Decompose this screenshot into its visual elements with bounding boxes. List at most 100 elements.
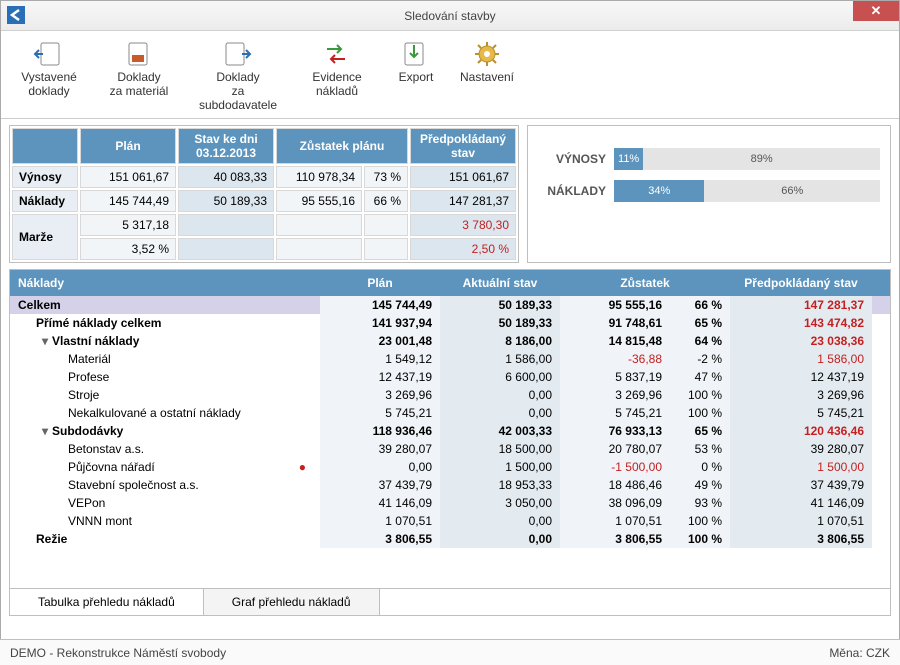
tab-table[interactable]: Tabulka přehledu nákladů	[10, 589, 204, 615]
cell-pct: 65 %	[670, 314, 730, 332]
cell-name: Nekalkulované a ostatní náklady	[10, 404, 320, 422]
cell-plan: 0,00	[320, 458, 440, 476]
cell-plan: 39 280,07	[320, 440, 440, 458]
status-currency: Měna: CZK	[829, 646, 890, 660]
total-expected: 147 281,37	[730, 296, 872, 314]
cell-balance: -1 500,00	[560, 458, 670, 476]
cell-balance: 18 486,46	[560, 476, 670, 494]
cell-pct: 100 %	[670, 386, 730, 404]
document-arrow-right-icon	[221, 37, 255, 71]
cell-plan: 5 745,21	[320, 404, 440, 422]
cell-balance: -36,88	[560, 350, 670, 368]
exchange-icon	[320, 37, 354, 71]
col-plan: Plán	[80, 128, 176, 164]
table-row[interactable]: Materiál 1 549,12 1 586,00 -36,88 -2 % 1…	[10, 350, 890, 368]
summary-row: Výnosy 151 061,67 40 083,33 110 978,34 7…	[12, 166, 516, 188]
cell-actual: 0,00	[440, 404, 560, 422]
cell-name: Stavební společnost a.s.	[10, 476, 320, 494]
cell-pct: 47 %	[670, 368, 730, 386]
issued-docs-button[interactable]: Vystavenédoklady	[13, 37, 85, 112]
cell-stav: 50 189,33	[178, 190, 274, 212]
cell-plan: 37 439,79	[320, 476, 440, 494]
cost-records-button[interactable]: Evidencenákladů	[301, 37, 373, 112]
cell-expected: 23 038,36	[730, 332, 872, 350]
cell-name: Půjčovna nářadí●	[10, 458, 320, 476]
table-row[interactable]: Půjčovna nářadí● 0,00 1 500,00 -1 500,00…	[10, 458, 890, 476]
cell-balance: 5 745,21	[560, 404, 670, 422]
label: Dokladyza materiál	[110, 71, 169, 99]
document-brick-icon	[122, 37, 156, 71]
table-row[interactable]: ▾Subdodávky 118 936,46 42 003,33 76 933,…	[10, 422, 890, 440]
col-predp: Předpokládaný stav	[410, 128, 516, 164]
cell-plan: 1 549,12	[320, 350, 440, 368]
table-row[interactable]: Profese 12 437,19 6 600,00 5 837,19 47 %…	[10, 368, 890, 386]
cell-actual: 3 050,00	[440, 494, 560, 512]
col-stav: Stav ke dni 03.12.2013	[178, 128, 274, 164]
table-row[interactable]: Stavební společnost a.s. 37 439,79 18 95…	[10, 476, 890, 494]
cell-name: Materiál	[10, 350, 320, 368]
cell-actual: 18 500,00	[440, 440, 560, 458]
table-row[interactable]: Přímé náklady celkem 141 937,94 50 189,3…	[10, 314, 890, 332]
export-button[interactable]: Export	[391, 37, 441, 112]
status-bar: DEMO - Rekonstrukce Náměstí svobody Měna…	[0, 639, 900, 665]
cell-plan: 23 001,48	[320, 332, 440, 350]
cell-actual: 42 003,33	[440, 422, 560, 440]
total-pct: 66 %	[670, 296, 730, 314]
subcontractor-docs-button[interactable]: Dokladyza subdodavatele	[193, 37, 283, 112]
expand-caret-icon[interactable]: ▾	[42, 424, 52, 438]
cell-actual: 50 189,33	[440, 314, 560, 332]
progress-bars-panel: VÝNOSY 11% 89% NÁKLADY 34% 66%	[527, 125, 891, 263]
label: Dokladyza subdodavatele	[193, 71, 283, 112]
cell-predp: 147 281,37	[410, 190, 516, 212]
label: Evidencenákladů	[312, 71, 361, 99]
total-label: Celkem	[10, 296, 320, 314]
table-row[interactable]: VEPon 41 146,09 3 050,00 38 096,09 93 % …	[10, 494, 890, 512]
status-project: DEMO - Rekonstrukce Náměstí svobody	[10, 646, 226, 660]
cell-pct: 100 %	[670, 512, 730, 530]
cell-actual: 0,00	[440, 512, 560, 530]
expand-caret-icon[interactable]: ▾	[42, 334, 52, 348]
margin-abs: 5 317,18	[80, 214, 176, 236]
table-row[interactable]: ▾Vlastní náklady 23 001,48 8 186,00 14 8…	[10, 332, 890, 350]
cell-expected: 5 745,21	[730, 404, 872, 422]
document-arrow-left-icon	[32, 37, 66, 71]
total-plan: 145 744,49	[320, 296, 440, 314]
material-docs-button[interactable]: Dokladyza materiál	[103, 37, 175, 112]
cell-pct: 65 %	[670, 422, 730, 440]
cell-actual: 0,00	[440, 386, 560, 404]
view-tabs: Tabulka přehledu nákladů Graf přehledu n…	[9, 589, 891, 616]
cell-plan: 118 936,46	[320, 422, 440, 440]
bar-label: NÁKLADY	[538, 184, 614, 198]
col-balance: Zůstatek	[560, 270, 730, 296]
cell-actual: 18 953,33	[440, 476, 560, 494]
cell-expected: 1 500,00	[730, 458, 872, 476]
cell-balance: 3 269,96	[560, 386, 670, 404]
cell-actual: 1 500,00	[440, 458, 560, 476]
label: Export	[399, 71, 434, 85]
cell-pct: 73 %	[364, 166, 408, 188]
table-row[interactable]: Stroje 3 269,96 0,00 3 269,96 100 % 3 26…	[10, 386, 890, 404]
cell-name: VNNN mont	[10, 512, 320, 530]
cell-balance: 91 748,61	[560, 314, 670, 332]
cell-name: Betonstav a.s.	[10, 440, 320, 458]
toolbar: Vystavenédoklady Dokladyza materiál Dokl…	[1, 31, 899, 119]
cell-plan: 3 269,96	[320, 386, 440, 404]
cell-expected: 120 436,46	[730, 422, 872, 440]
tab-chart[interactable]: Graf přehledu nákladů	[204, 589, 380, 615]
table-row[interactable]: Nekalkulované a ostatní náklady 5 745,21…	[10, 404, 890, 422]
close-button[interactable]: ✕	[853, 1, 899, 21]
cell-expected: 37 439,79	[730, 476, 872, 494]
cell-balance: 38 096,09	[560, 494, 670, 512]
cell-name: VEPon	[10, 494, 320, 512]
cell-expected: 3 806,55	[730, 530, 872, 548]
cell-pct: 66 %	[364, 190, 408, 212]
cell-zust: 95 555,16	[276, 190, 362, 212]
bar-label: VÝNOSY	[538, 152, 614, 166]
table-row[interactable]: Režie 3 806,55 0,00 3 806,55 100 % 3 806…	[10, 530, 890, 548]
table-row[interactable]: Betonstav a.s. 39 280,07 18 500,00 20 78…	[10, 440, 890, 458]
cell-balance: 1 070,51	[560, 512, 670, 530]
settings-button[interactable]: Nastavení	[459, 37, 515, 112]
bar-rest: 89%	[643, 148, 880, 170]
cell-pct: 93 %	[670, 494, 730, 512]
table-row[interactable]: VNNN mont 1 070,51 0,00 1 070,51 100 % 1…	[10, 512, 890, 530]
